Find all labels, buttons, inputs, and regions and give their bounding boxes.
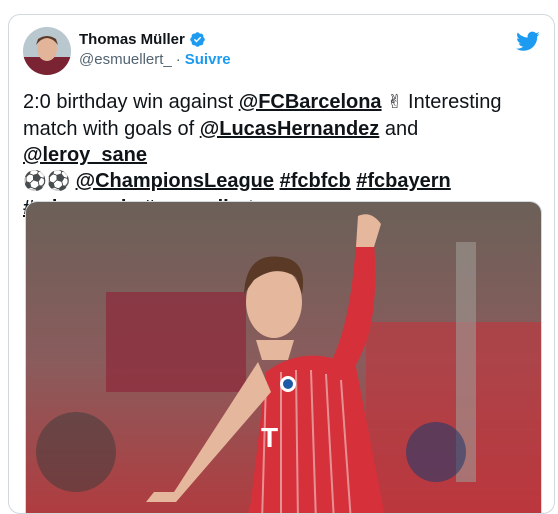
follow-button[interactable]: Suivre xyxy=(185,51,231,68)
avatar[interactable] xyxy=(23,27,71,75)
mention-championsleague[interactable]: @ChampionsLeague xyxy=(76,170,274,192)
tweet-text-part: 2:0 birthday win against xyxy=(23,91,239,113)
tweet-card: Thomas Müller @esmuellert_ · Suivre 2:0 … xyxy=(8,14,555,514)
avatar-image xyxy=(23,27,71,75)
tweet-text-part: and xyxy=(379,118,419,140)
author-handle-row: @esmuellert_ · Suivre xyxy=(79,51,231,68)
svg-text:T: T xyxy=(261,422,278,453)
twitter-bird-icon[interactable] xyxy=(516,29,540,53)
author-name[interactable]: Thomas Müller xyxy=(79,31,185,48)
author-name-row: Thomas Müller xyxy=(79,31,206,48)
soccer-ball-emoji: ⚽⚽ xyxy=(23,171,76,192)
mention-leroy-sane[interactable]: @leroy_sane xyxy=(23,144,147,166)
separator-dot: · xyxy=(175,51,181,68)
victory-hand-emoji: ✌ xyxy=(381,92,409,113)
hashtag-fcbayern[interactable]: #fcbayern xyxy=(356,170,451,192)
hashtag-fcbfcb[interactable]: #fcbfcb xyxy=(280,170,351,192)
author-handle[interactable]: @esmuellert_ xyxy=(79,51,172,68)
photo-player-celebrating: T xyxy=(26,202,541,513)
mention-lucashernandez[interactable]: @LucasHernandez xyxy=(200,118,380,140)
tweet-header: Thomas Müller @esmuellert_ · Suivre xyxy=(23,27,540,75)
verified-badge-icon xyxy=(190,32,205,47)
tweet-photo[interactable]: T xyxy=(25,201,542,513)
mention-fcbarcelona[interactable]: @FCBarcelona xyxy=(239,91,382,113)
